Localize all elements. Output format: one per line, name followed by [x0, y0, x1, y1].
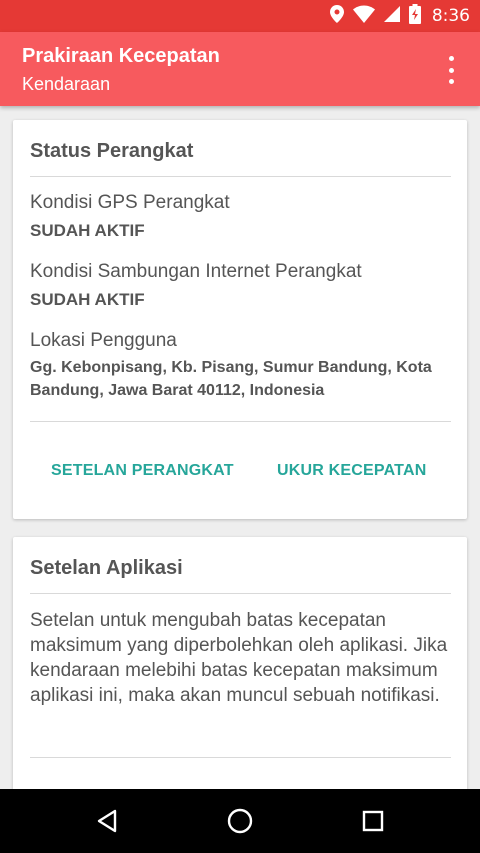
- app-bar: Prakiraan Kecepatan Kendaraan: [0, 32, 480, 106]
- measure-speed-button[interactable]: UKUR KECEPATAN: [277, 462, 426, 480]
- gps-label: Kondisi GPS Perangkat: [30, 192, 230, 213]
- divider: [30, 176, 451, 177]
- internet-label: Kondisi Sambungan Internet Perangkat: [30, 261, 362, 282]
- battery-charging-icon: [408, 3, 421, 29]
- overflow-menu-icon[interactable]: [440, 56, 462, 84]
- status-bar: 8:36: [0, 0, 480, 32]
- app-settings-title: Setelan Aplikasi: [30, 557, 183, 579]
- divider: [30, 757, 451, 758]
- back-icon[interactable]: [92, 806, 122, 836]
- device-settings-button[interactable]: SETELAN PERANGKAT: [51, 462, 234, 480]
- gps-value: SUDAH AKTIF: [30, 221, 145, 240]
- app-subtitle: Kendaraan: [22, 74, 111, 94]
- cell-signal-icon: [383, 5, 400, 27]
- home-icon[interactable]: [225, 806, 255, 836]
- location-value: Gg. Kebonpisang, Kb. Pisang, Sumur Bandu…: [30, 359, 432, 399]
- status-time: 8:36: [431, 6, 470, 26]
- status-icons: 8:36: [329, 0, 470, 32]
- navigation-bar: [0, 789, 480, 853]
- wifi-icon: [352, 5, 375, 28]
- app-title: Prakiraan Kecepatan: [22, 45, 220, 67]
- internet-value: SUDAH AKTIF: [30, 290, 145, 309]
- location-label: Lokasi Pengguna: [30, 330, 177, 351]
- recent-apps-icon[interactable]: [358, 806, 388, 836]
- app-settings-card: Setelan Aplikasi Setelan untuk mengubah …: [13, 537, 467, 807]
- device-status-title: Status Perangkat: [30, 140, 194, 162]
- divider: [30, 593, 451, 594]
- app-settings-description: Setelan untuk mengubah batas kecepatan m…: [30, 610, 448, 706]
- device-status-card: Status Perangkat Kondisi GPS Perangkat S…: [13, 120, 467, 519]
- divider: [30, 421, 451, 422]
- location-icon: [329, 4, 344, 28]
